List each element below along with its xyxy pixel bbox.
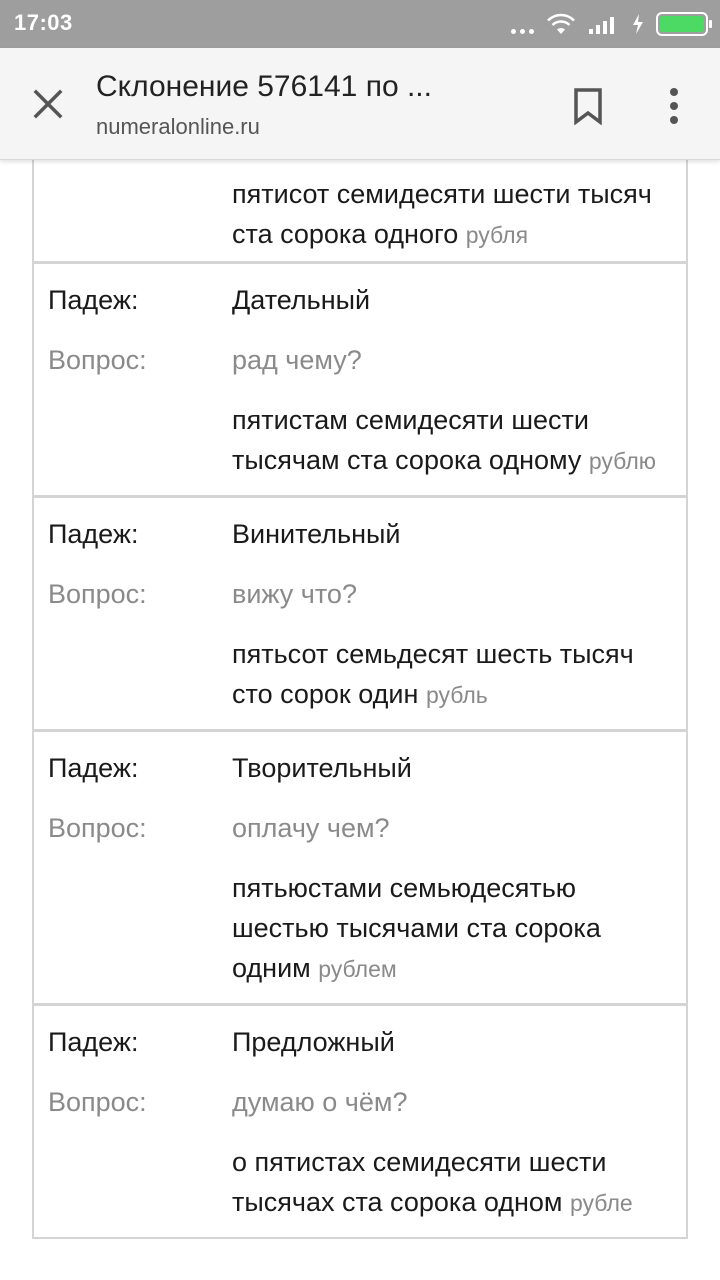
- notification-dots-icon: [511, 14, 534, 34]
- declension-table: пятисот семидесяти шести тысяч ста сорок…: [32, 160, 688, 1239]
- bookmark-button[interactable]: [564, 80, 612, 132]
- browser-toolbar: Склонение 576141 по ... numeralonline.ru: [0, 48, 720, 160]
- page-url: numeralonline.ru: [96, 114, 260, 139]
- wifi-icon: [547, 13, 575, 34]
- numeral-form: пятьюстами семьюдесятью шестью тысячами …: [34, 868, 674, 989]
- form-text: о пятистах семидесяти шести тысячах ста …: [232, 1147, 607, 1217]
- numeral-form: пятисот семидесяти шести тысяч ста сорок…: [232, 174, 672, 255]
- battery-icon: [656, 12, 712, 36]
- form-text: пятьюстами семьюдесятью шестью тысячами …: [232, 873, 601, 983]
- case-label: Падеж:: [48, 753, 139, 783]
- form-text: пятистам семидесяти шести тысячам ста со…: [232, 405, 589, 475]
- table-row: Падеж: Винительный Вопрос: вижу что? пят…: [34, 498, 686, 732]
- case-name: Предложный: [232, 1027, 395, 1057]
- case-name: Творительный: [232, 753, 412, 783]
- question-label: Вопрос:: [48, 813, 147, 843]
- close-button[interactable]: [24, 80, 72, 128]
- form-text: пятисот семидесяти шести тысяч ста сорок…: [232, 179, 652, 249]
- bookmark-icon: [574, 88, 602, 125]
- unit-text: рубля: [465, 222, 529, 248]
- case-label: Падеж:: [48, 519, 139, 549]
- case-label: Падеж:: [48, 1027, 139, 1057]
- more-vert-icon: [670, 88, 678, 96]
- case-name: Винительный: [232, 519, 401, 549]
- question-label: Вопрос:: [48, 345, 147, 375]
- table-row: Падеж: Дательный Вопрос: рад чему? пятис…: [34, 264, 686, 498]
- case-question: вижу что?: [232, 579, 357, 609]
- signal-icon: [589, 17, 614, 34]
- unit-text: рублем: [318, 956, 397, 982]
- table-row-genitive-partial: пятисот семидесяти шести тысяч ста сорок…: [34, 160, 686, 264]
- table-row: Падеж: Предложный Вопрос: думаю о чём? о…: [34, 1006, 686, 1237]
- unit-text: рубль: [425, 682, 488, 708]
- status-bar: 17:03: [0, 0, 720, 48]
- page-title: Склонение 576141 по ...: [96, 70, 432, 103]
- case-question: рад чему?: [232, 345, 362, 375]
- status-icons: [511, 10, 712, 38]
- close-icon: [33, 89, 63, 119]
- question-label: Вопрос:: [48, 1087, 147, 1117]
- unit-text: рубле: [570, 1190, 633, 1216]
- charging-icon: [633, 14, 643, 34]
- numeral-form: пятистам семидесяти шести тысячам ста со…: [34, 400, 674, 481]
- question-label: Вопрос:: [48, 579, 147, 609]
- case-question: оплачу чем?: [232, 813, 390, 843]
- unit-text: рублю: [588, 448, 656, 474]
- case-label: Падеж:: [48, 285, 139, 315]
- case-question: думаю о чём?: [232, 1087, 408, 1117]
- numeral-form: о пятистах семидесяти шести тысячах ста …: [34, 1142, 674, 1223]
- case-name: Дательный: [232, 285, 371, 315]
- more-menu-button[interactable]: [650, 80, 698, 132]
- table-row: Падеж: Творительный Вопрос: оплачу чем? …: [34, 732, 686, 1006]
- status-time: 17:03: [14, 10, 73, 35]
- numeral-form: пятьсот семьдесят шесть тысяч сто сорок …: [34, 634, 674, 715]
